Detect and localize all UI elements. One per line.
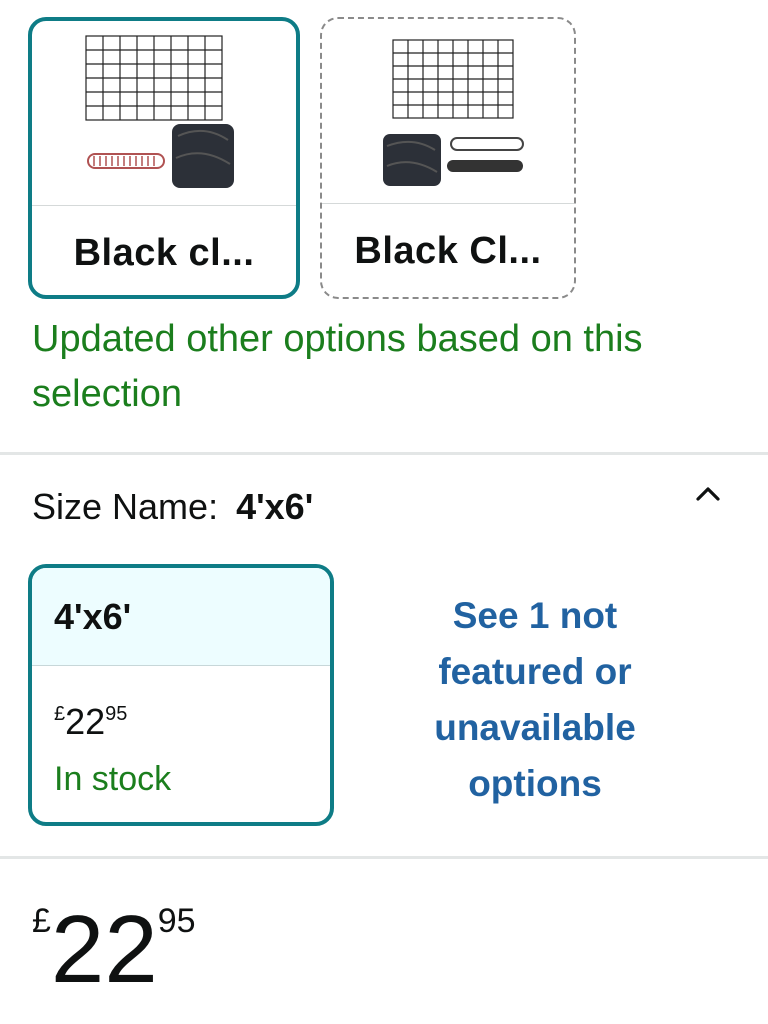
- color-option-black-cl-2[interactable]: Black Cl...: [320, 17, 576, 299]
- section-divider: [0, 452, 768, 455]
- chevron-up-icon[interactable]: [692, 478, 724, 510]
- currency-symbol: £: [54, 703, 66, 725]
- color-option-black-cl-1[interactable]: Black cl...: [28, 17, 300, 299]
- see-unavailable-options-link[interactable]: See 1 not featured or unavailable option…: [380, 588, 690, 812]
- section-divider: [0, 856, 768, 859]
- update-message: Updated other options based on this sele…: [32, 318, 643, 415]
- card-divider: [32, 665, 330, 666]
- color-option-label: Black cl...: [73, 231, 255, 274]
- price-whole: 22: [50, 896, 158, 1003]
- price-whole: 22: [65, 701, 106, 742]
- product-image-cargo-net: [32, 21, 296, 205]
- product-image-cargo-net-kit: [322, 19, 574, 203]
- size-name-label: Size Name: 4'x6': [32, 486, 313, 528]
- price-fraction: 95: [157, 902, 196, 940]
- size-option-4x6[interactable]: 4'x6' £2295 In stock: [28, 564, 334, 826]
- currency-symbol: £: [32, 902, 51, 940]
- price-fraction: 95: [105, 703, 128, 725]
- color-option-label: Black Cl...: [354, 229, 542, 272]
- size-option-price: £2295: [54, 704, 330, 740]
- size-option-name: 4'x6': [32, 568, 330, 665]
- size-name-value: 4'x6': [236, 486, 314, 527]
- stock-status: In stock: [54, 760, 172, 798]
- product-price: £2295: [32, 902, 196, 998]
- size-name-key: Size Name:: [32, 486, 219, 527]
